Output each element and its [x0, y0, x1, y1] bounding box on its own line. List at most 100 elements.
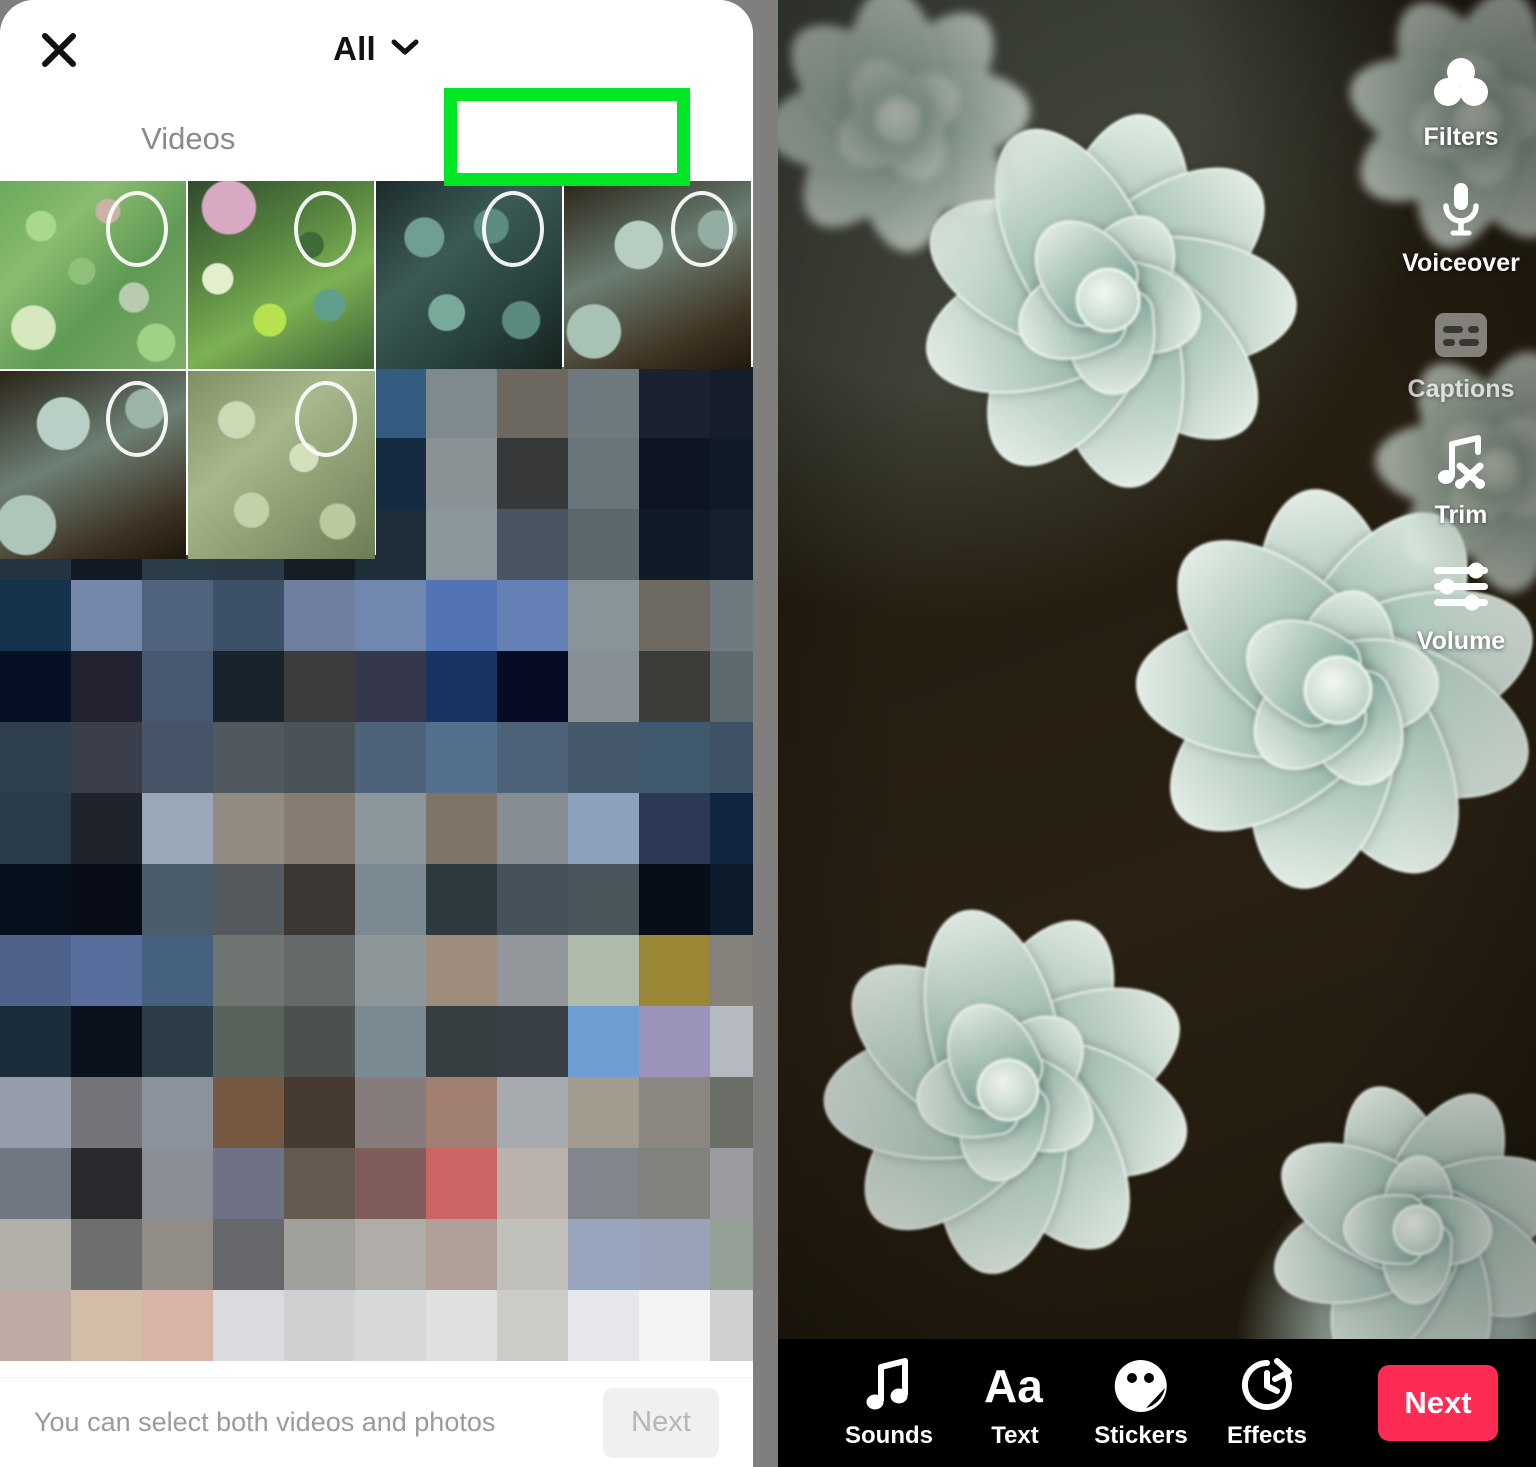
pixel-cell	[497, 651, 568, 722]
pixel-cell	[497, 722, 568, 793]
bottom-item-stickers[interactable]: Stickers	[1078, 1356, 1204, 1450]
pixel-cell	[142, 864, 213, 935]
pixel-cell	[639, 935, 710, 1006]
selection-circle[interactable]	[295, 381, 357, 457]
pixel-cell	[355, 722, 426, 793]
rail-item-trim[interactable]: Trim	[1386, 430, 1536, 530]
pixel-cell	[426, 722, 497, 793]
text-aa-icon: Aa	[984, 1356, 1046, 1414]
pixel-cell	[426, 1006, 497, 1077]
pixel-cell	[284, 1148, 355, 1219]
pixel-cell	[710, 1006, 753, 1077]
rail-item-volume[interactable]: Volume	[1386, 556, 1536, 656]
pixel-cell	[355, 1148, 426, 1219]
pixel-cell	[568, 793, 639, 864]
rail-label: Trim	[1434, 501, 1488, 529]
pixel-cell	[355, 793, 426, 864]
pixel-cell	[355, 1077, 426, 1148]
pixel-cell	[0, 1148, 71, 1219]
svg-text:Aa: Aa	[984, 1360, 1043, 1410]
list-item[interactable]	[0, 371, 186, 559]
bottom-item-text[interactable]: Aa Text	[952, 1356, 1078, 1450]
pixel-cell	[568, 1148, 639, 1219]
pixel-cell	[639, 580, 710, 651]
list-item[interactable]	[188, 181, 374, 369]
rail-label: Captions	[1407, 375, 1515, 403]
sticker-face-icon	[1113, 1356, 1169, 1414]
filters-icon	[1430, 52, 1492, 114]
pixel-cell	[71, 1077, 142, 1148]
editor-preview-panel: Filters Voiceover Captions Trim Volume S…	[778, 0, 1536, 1467]
pixel-cell	[142, 793, 213, 864]
bottom-item-effects[interactable]: Effects	[1204, 1356, 1330, 1450]
list-item[interactable]	[376, 181, 562, 369]
pixel-row	[0, 1077, 753, 1148]
pixel-row	[0, 935, 753, 1006]
pixel-cell	[639, 1077, 710, 1148]
pixel-cell	[213, 1077, 284, 1148]
pixel-row	[0, 793, 753, 864]
pixel-cell	[497, 864, 568, 935]
selection-circle[interactable]	[106, 191, 168, 267]
pixel-cell	[284, 1077, 355, 1148]
bottom-item-label: Effects	[1226, 1422, 1308, 1449]
pixel-cell	[710, 864, 753, 935]
rail-item-filters[interactable]: Filters	[1386, 52, 1536, 152]
editor-side-rail: Filters Voiceover Captions Trim Volume	[1386, 52, 1536, 682]
pixel-cell	[0, 1290, 71, 1361]
pixel-row	[0, 1148, 753, 1219]
pixel-cell	[710, 1148, 753, 1219]
pixel-cell	[639, 1219, 710, 1290]
bottom-bar-items: Sounds Aa Text Stickers Effects	[778, 1356, 1378, 1450]
pixel-cell	[213, 1219, 284, 1290]
list-item[interactable]	[564, 181, 751, 369]
next-button-disabled[interactable]: Next	[603, 1387, 719, 1458]
pixel-cell	[0, 1006, 71, 1077]
music-trim-icon	[1432, 430, 1490, 492]
pixel-cell	[284, 864, 355, 935]
pixel-cell	[213, 651, 284, 722]
tab-videos[interactable]: Videos	[0, 96, 377, 181]
next-button-label: Next	[631, 1406, 691, 1438]
pixel-cell	[284, 1006, 355, 1077]
sliders-icon	[1430, 556, 1492, 618]
microphone-icon	[1434, 178, 1488, 240]
album-selector[interactable]: All	[0, 24, 753, 74]
next-button-label: Next	[1404, 1385, 1472, 1420]
pixel-cell	[355, 864, 426, 935]
selection-circle[interactable]	[294, 191, 356, 267]
pixel-cell	[639, 1290, 710, 1361]
pixel-cell	[568, 722, 639, 793]
pixel-cell	[355, 1290, 426, 1361]
pixel-cell	[568, 1006, 639, 1077]
pixel-cell	[142, 1077, 213, 1148]
list-item[interactable]	[188, 371, 375, 559]
pixel-cell	[568, 651, 639, 722]
bottom-item-sounds[interactable]: Sounds	[826, 1356, 952, 1450]
selection-hint: You can select both videos and photos	[34, 1407, 496, 1437]
selection-circle[interactable]	[482, 191, 544, 267]
pixel-cell	[213, 864, 284, 935]
selection-circle[interactable]	[106, 381, 168, 457]
rail-item-captions[interactable]: Captions	[1386, 304, 1536, 404]
bottom-item-label: Text	[991, 1422, 1039, 1449]
pixel-row	[0, 651, 753, 722]
rail-label: Filters	[1423, 123, 1499, 151]
rail-label: Volume	[1416, 627, 1506, 655]
list-item[interactable]	[0, 181, 186, 369]
gallery-footer: You can select both videos and photos Ne…	[0, 1377, 753, 1467]
pixel-cell	[71, 864, 142, 935]
pixel-cell	[213, 1006, 284, 1077]
pixel-cell	[71, 580, 142, 651]
pixel-cell	[497, 935, 568, 1006]
pixel-cell	[497, 1219, 568, 1290]
pixel-cell	[710, 580, 753, 651]
tab-photos[interactable]: Photos	[377, 96, 754, 181]
pixel-cell	[497, 1148, 568, 1219]
pixel-cell	[710, 1290, 753, 1361]
selection-circle[interactable]	[671, 191, 733, 267]
rail-item-voiceover[interactable]: Voiceover	[1386, 178, 1536, 278]
pixel-row	[0, 864, 753, 935]
pixel-cell	[213, 1148, 284, 1219]
next-button[interactable]: Next	[1378, 1365, 1498, 1441]
